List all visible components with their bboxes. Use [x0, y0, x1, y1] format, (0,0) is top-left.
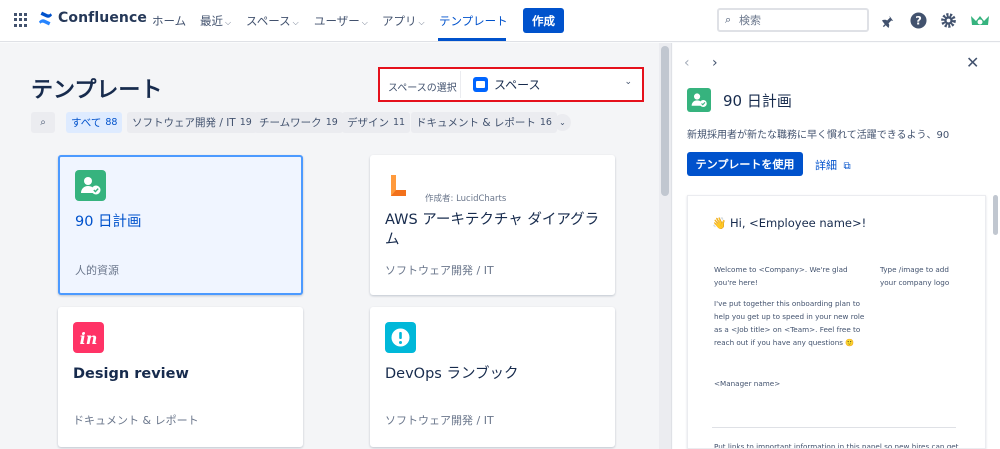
filter-chip-label: ソフトウェア開発 / IT	[132, 117, 236, 129]
preview-image-hint: Type /image to add your company logo	[880, 265, 950, 287]
preview-scrollbar-thumb[interactable]	[993, 195, 998, 235]
notification-bell-icon[interactable]	[879, 11, 897, 29]
space-selected-value: スペース	[494, 78, 541, 92]
card-title: 90 日計画	[75, 214, 142, 230]
nav-recent[interactable]: 最近 ⌵	[200, 13, 231, 29]
people-check-icon	[687, 88, 711, 112]
help-icon[interactable]: ?	[909, 11, 927, 29]
card-title: DevOps ランブック	[385, 366, 519, 382]
nav-templates[interactable]: テンプレート	[439, 13, 508, 29]
next-template-icon[interactable]: ›	[712, 55, 718, 71]
nav-home[interactable]: ホーム	[152, 13, 186, 29]
user-avatar-icon[interactable]	[969, 11, 991, 29]
invision-logo-icon: in	[73, 322, 104, 353]
gallery-scrollbar-thumb[interactable]	[661, 46, 669, 196]
card-category: ソフトウェア開発 / IT	[385, 414, 494, 427]
space-dropdown[interactable]: スペース ⌄	[460, 71, 640, 98]
nav-templates-label: テンプレート	[439, 14, 508, 28]
preview-plan-text: I've put together this onboarding plan t…	[714, 299, 865, 347]
preview-links-text: Put links to important information in th…	[714, 442, 959, 449]
filter-chip-software-it[interactable]: ソフトウェア開発 / IT 19	[127, 112, 257, 133]
chevron-down-icon: ⌵	[292, 18, 299, 27]
filter-chip-teamwork[interactable]: チームワーク 19	[254, 112, 343, 133]
nav-recent-label: 最近	[200, 14, 223, 28]
close-icon[interactable]: ✕	[966, 53, 979, 72]
filter-chip-count: 88	[105, 117, 118, 128]
space-selector[interactable]: スペースの選択 スペース ⌄	[378, 67, 644, 102]
top-navigation-bar: Confluence ホーム 最近 ⌵ スペース ⌵ ユーザー ⌵ アプリ ⌵ テンプレ…	[0, 0, 1000, 42]
filter-search-icon[interactable]: ⌕	[31, 112, 55, 133]
chevron-down-icon: ⌄	[624, 77, 632, 87]
preview-welcome-text: Welcome to <Company>. We're glad you're …	[714, 265, 848, 287]
confluence-logo[interactable]: Confluence	[38, 10, 147, 26]
nav-users[interactable]: ユーザー ⌵	[314, 13, 368, 29]
preview-title: 90 日計画	[723, 92, 792, 110]
card-title: AWS アーキテクチャ ダイアグラム	[385, 212, 600, 248]
chevron-down-icon: ⌵	[418, 18, 425, 27]
space-selector-label: スペースの選択	[388, 83, 457, 94]
card-category: ソフトウェア開発 / IT	[385, 264, 494, 277]
filter-chip-design[interactable]: デザイン 11	[342, 112, 411, 133]
filter-chip-count: 19	[325, 117, 338, 128]
card-category: ドキュメント & レポート	[73, 414, 199, 427]
page-title: テンプレート	[31, 78, 163, 103]
nav-apps[interactable]: アプリ ⌵	[382, 13, 425, 29]
svg-text:in: in	[80, 329, 98, 348]
preview-divider	[712, 427, 956, 428]
nav-home-label: ホーム	[152, 14, 187, 28]
filter-chip-count: 19	[239, 117, 252, 128]
filter-chip-label: ドキュメント & レポート	[416, 117, 536, 129]
preview-manager-name: <Manager name>	[714, 379, 781, 388]
external-link-icon: ⧉	[843, 161, 851, 172]
active-tab-indicator	[438, 38, 506, 41]
template-card-devops-runbook[interactable]: DevOps ランブック ソフトウェア開発 / IT	[370, 307, 615, 447]
lucidcharts-logo-icon	[385, 173, 411, 199]
people-check-icon	[75, 170, 106, 201]
filter-chip-count: 11	[393, 117, 406, 128]
search-field[interactable]: ⌕	[717, 8, 869, 32]
template-card-aws-architecture[interactable]: 作成者: LucidCharts AWS アーキテクチャ ダイアグラム ソフトウ…	[370, 155, 615, 295]
filter-chip-label: チームワーク	[259, 117, 322, 129]
nav-spaces-label: スペース	[246, 14, 291, 28]
chevron-down-icon: ⌵	[225, 18, 232, 27]
use-template-button[interactable]: テンプレートを使用	[687, 152, 803, 176]
nav-spaces[interactable]: スペース ⌵	[246, 13, 299, 29]
filter-chip-label: すべて	[71, 117, 102, 129]
previous-template-icon[interactable]: ‹	[684, 55, 690, 71]
nav-apps-label: アプリ	[382, 14, 417, 28]
nav-users-label: ユーザー	[314, 14, 360, 28]
space-icon	[473, 77, 488, 92]
search-icon: ⌕	[725, 13, 732, 26]
create-button[interactable]: 作成	[523, 8, 564, 33]
product-name: Confluence	[58, 10, 147, 26]
chevron-down-icon: ⌵	[361, 18, 368, 27]
template-card-90-day-plan[interactable]: 90 日計画 人的資源	[58, 155, 303, 295]
settings-gear-icon[interactable]	[939, 11, 957, 29]
search-input[interactable]	[739, 12, 864, 28]
card-title: Design review	[73, 366, 189, 382]
details-link-label: 詳細	[815, 159, 837, 172]
confluence-logo-icon	[38, 11, 53, 25]
filter-chip-count: 16	[539, 117, 552, 128]
preview-greeting: 👋 Hi, <Employee name>!	[712, 216, 867, 230]
template-card-design-review[interactable]: in Design review ドキュメント & レポート	[58, 307, 303, 447]
details-link[interactable]: 詳細 ⧉	[815, 157, 851, 173]
alert-icon	[385, 322, 416, 353]
card-author: 作成者: LucidCharts	[425, 194, 507, 204]
card-category: 人的資源	[75, 264, 119, 277]
filter-chip-docs-reports[interactable]: ドキュメント & レポート 16	[411, 112, 557, 133]
template-preview-document: 👋 Hi, <Employee name>! Welcome to <Compa…	[687, 195, 986, 449]
preview-description: 新規採用者が新たな職務に早く慣れて活躍できるよう、90	[687, 130, 950, 141]
svg-text:?: ?	[915, 13, 922, 27]
more-filters-chevron-icon[interactable]: ⌄	[554, 114, 571, 131]
filter-chip-all[interactable]: すべて 88	[66, 112, 123, 133]
filter-chip-label: デザイン	[347, 117, 389, 129]
app-switcher-icon[interactable]	[14, 13, 28, 27]
